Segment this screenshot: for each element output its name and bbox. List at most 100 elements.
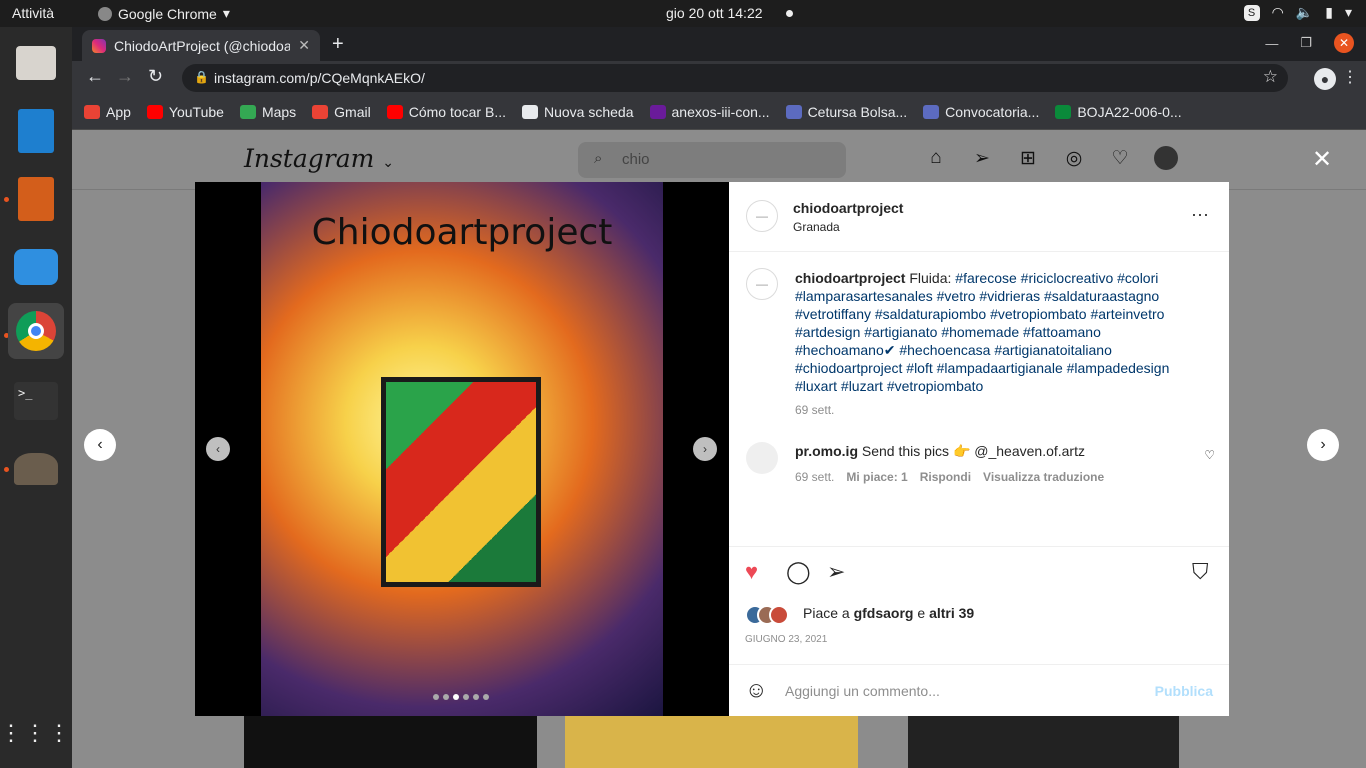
system-tray[interactable]: S ◠ 🔈 ▮ ▾	[1243, 4, 1352, 21]
bookmark-star-icon[interactable]: ☆	[1263, 67, 1278, 87]
bookmark-7[interactable]: Cetursa Bolsa...	[785, 104, 907, 120]
activity-heart-icon[interactable]: ♡	[1108, 146, 1132, 170]
share-icon[interactable]: ➢	[827, 559, 845, 585]
author-avatar[interactable]: —	[746, 200, 778, 232]
home-icon[interactable]: ⌂	[924, 146, 948, 170]
profile-icon[interactable]: ●	[1314, 68, 1336, 90]
impress-icon[interactable]	[8, 171, 64, 227]
address-bar[interactable]: 🔒 instagram.com/p/CQeMqnkAEkO/ ☆	[182, 64, 1288, 92]
more-options-icon[interactable]: ···	[1191, 204, 1209, 225]
add-comment-bar: ☺ Aggiungi un commento... Pubblica	[729, 664, 1229, 716]
bookmark-5[interactable]: Nuova scheda	[522, 104, 634, 120]
likes-prefix: Piace a	[803, 605, 850, 621]
close-tab-icon[interactable]: ✕	[298, 37, 310, 54]
gimp-icon[interactable]	[8, 441, 64, 497]
circle-icon	[785, 105, 802, 119]
grid-thumbnail[interactable]	[908, 715, 1179, 768]
minimize-button[interactable]: —	[1265, 36, 1278, 51]
caption-age[interactable]: 69 sett.	[795, 401, 1183, 419]
reply-button[interactable]: Rispondi	[920, 470, 971, 484]
post-location[interactable]: Granada	[793, 220, 903, 234]
next-post-button[interactable]: ›	[1307, 429, 1339, 461]
publish-button[interactable]: Pubblica	[1155, 683, 1213, 699]
commenter-username[interactable]: pr.omo.ig	[795, 443, 858, 459]
bookmark-8[interactable]: Convocatoria...	[923, 104, 1039, 120]
likes-summary: Piace a gfdsaorg e altri 39	[803, 605, 974, 621]
comment-likes[interactable]: Mi piace: 1	[846, 470, 907, 484]
translate-button[interactable]: Visualizza traduzione	[983, 470, 1104, 484]
close-window-button[interactable]: ✕	[1334, 33, 1354, 53]
close-modal-icon[interactable]: ✕	[1312, 145, 1332, 174]
tab-title: ChiodoArtProject (@chiodoartproject)	[114, 37, 291, 54]
likes-mid: e	[917, 605, 926, 621]
comment-input[interactable]: Aggiungi un commento...	[785, 683, 940, 699]
bookmark-label: BOJA22-006-0...	[1077, 104, 1182, 120]
comment-icon[interactable]: ◯	[786, 559, 811, 585]
skype-icon: S	[1243, 4, 1260, 21]
grid-thumbnail[interactable]	[244, 715, 537, 768]
profile-avatar[interactable]	[1154, 146, 1178, 170]
chrome-dock-icon[interactable]	[8, 303, 64, 359]
likers-avatars[interactable]	[745, 605, 789, 625]
photo-caption: Chiodoartproject	[311, 212, 613, 253]
software-store-icon[interactable]	[8, 239, 64, 295]
bookmark-4[interactable]: Cómo tocar B...	[386, 104, 506, 120]
bookmark-6[interactable]: anexos-iii-con...	[649, 104, 770, 120]
carousel-dot	[483, 694, 489, 700]
caption-username[interactable]: chiodoartproject	[795, 270, 905, 286]
emoji-icon[interactable]: ☺	[745, 677, 767, 703]
back-button[interactable]: ←	[86, 66, 104, 87]
bookmark-label: App	[106, 104, 131, 120]
bookmark-label: YouTube	[168, 104, 224, 120]
new-post-icon[interactable]: ⊞	[1016, 146, 1040, 170]
boja-icon	[1055, 105, 1072, 119]
search-input[interactable]: ⌕ chio	[578, 142, 846, 178]
chrome-menu-icon[interactable]: ⋮	[1342, 67, 1358, 87]
save-bookmark-icon[interactable]: ⛉	[1192, 559, 1209, 585]
writer-icon[interactable]	[8, 103, 64, 159]
activities-button[interactable]: Attività	[12, 5, 54, 21]
bookmark-9[interactable]: BOJA22-006-0...	[1055, 104, 1182, 120]
explore-icon[interactable]: ◎	[1062, 146, 1086, 170]
show-applications-icon[interactable]: ⋮⋮⋮	[0, 705, 70, 761]
bookmark-3[interactable]: Gmail	[312, 104, 371, 120]
likes-user[interactable]: gfdsaorg	[854, 605, 914, 621]
new-tab-button[interactable]: +	[332, 33, 344, 56]
carousel-next-button[interactable]: ›	[693, 437, 717, 461]
reload-button[interactable]: ↻	[148, 66, 163, 87]
direct-icon[interactable]: ➢	[970, 146, 994, 170]
forward-button[interactable]: →	[116, 66, 134, 87]
author-username[interactable]: chiodoartproject	[793, 200, 903, 216]
carousel-prev-button[interactable]: ‹	[206, 437, 230, 461]
liked-heart-icon[interactable]: ♥	[745, 559, 758, 585]
clock[interactable]: gio 20 ott 14:22	[666, 5, 763, 21]
terminal-icon[interactable]: >_	[8, 373, 64, 429]
chevron-down-icon: ▾	[222, 5, 230, 21]
carousel-dot	[453, 694, 459, 700]
commenter-avatar[interactable]	[746, 442, 778, 474]
post-photo: Chiodoartproject	[261, 182, 663, 716]
search-value: chio	[622, 151, 650, 168]
caption-avatar[interactable]: —	[746, 268, 778, 300]
maximize-button[interactable]: ❐	[1300, 35, 1312, 51]
grid-thumbnail[interactable]	[565, 715, 858, 768]
app-menu[interactable]: Google Chrome ▾	[98, 5, 230, 22]
bookmark-0[interactable]: App	[84, 104, 131, 120]
instagram-logo[interactable]: Instagram ⌄	[244, 144, 394, 173]
lock-icon[interactable]: 🔒	[194, 70, 209, 84]
bookmark-2[interactable]: Maps	[239, 104, 296, 120]
carousel-dot	[463, 694, 469, 700]
app-name: Google Chrome	[118, 5, 217, 22]
comment-like-icon[interactable]: ♡	[1204, 448, 1215, 462]
caption-hashtags[interactable]: #farecose #riciclocreativo #colori #lamp…	[795, 270, 1169, 394]
previous-post-button[interactable]: ‹	[84, 429, 116, 461]
files-icon[interactable]	[8, 35, 64, 91]
comment-age[interactable]: 69 sett.	[795, 470, 834, 484]
tab-strip: ChiodoArtProject (@chiodoartproject) ✕ +…	[72, 27, 1366, 61]
post-date[interactable]: GIUGNO 23, 2021	[745, 634, 827, 645]
tab-instagram[interactable]: ChiodoArtProject (@chiodoartproject) ✕	[82, 30, 320, 61]
caption-text: Fluida:	[909, 270, 952, 286]
window-controls: — ❐ ✕	[1265, 33, 1354, 53]
likes-others[interactable]: altri 39	[929, 605, 974, 621]
bookmark-1[interactable]: YouTube	[146, 104, 224, 120]
